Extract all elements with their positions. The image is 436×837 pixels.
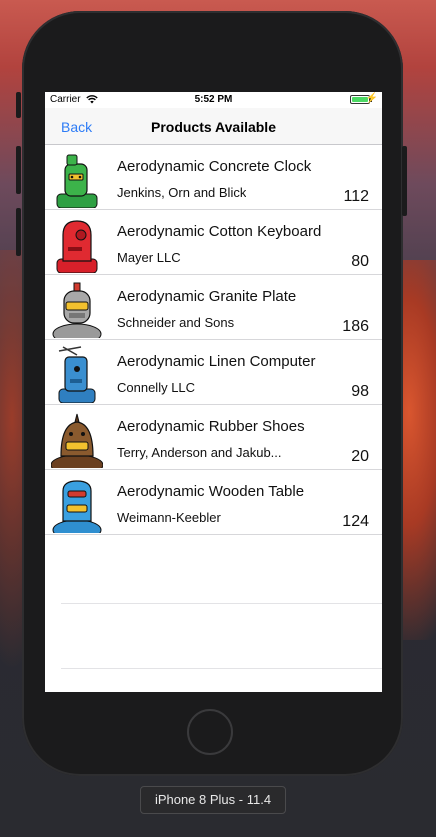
robot-avatar-icon	[51, 413, 103, 468]
page-title: Products Available	[150, 119, 276, 135]
product-row[interactable]: Aerodynamic Wooden Table Weimann-Keebler…	[45, 470, 382, 535]
status-time: 5:52 PM	[194, 94, 233, 105]
product-name: Aerodynamic Cotton Keyboard	[117, 223, 322, 240]
robot-avatar-icon	[52, 282, 102, 338]
mute-switch	[16, 92, 21, 118]
product-name: Aerodynamic Linen Computer	[117, 353, 316, 370]
empty-row-separator	[61, 668, 382, 669]
product-name: Aerodynamic Concrete Clock	[117, 158, 312, 175]
product-quantity: 186	[342, 318, 369, 335]
product-row[interactable]: Aerodynamic Rubber Shoes Terry, Anderson…	[45, 405, 382, 470]
product-maker: Schneider and Sons	[117, 315, 235, 330]
volume-up-button	[16, 146, 21, 194]
product-quantity: 20	[351, 448, 369, 465]
product-maker: Jenkins, Orn and Blick	[117, 185, 247, 200]
product-quantity: 80	[351, 253, 369, 270]
navigation-bar: Back Products Available	[45, 108, 382, 145]
product-quantity: 112	[343, 188, 369, 205]
robot-avatar-icon	[56, 220, 98, 273]
app-screen: Carrier 5:52 PM ⚡ Back Products Availabl…	[45, 92, 382, 692]
product-name: Aerodynamic Rubber Shoes	[117, 418, 305, 435]
product-maker: Connelly LLC	[117, 380, 196, 395]
product-row[interactable]: Aerodynamic Cotton Keyboard Mayer LLC 80	[45, 210, 382, 275]
product-quantity: 98	[351, 383, 369, 400]
product-maker: Weimann-Keebler	[117, 510, 221, 525]
empty-row-separator	[61, 603, 382, 604]
home-button[interactable]	[187, 709, 233, 755]
robot-avatar-icon	[56, 154, 98, 208]
product-row[interactable]: Aerodynamic Concrete Clock Jenkins, Orn …	[45, 145, 382, 210]
product-row[interactable]: Aerodynamic Granite Plate Schneider and …	[45, 275, 382, 340]
product-quantity: 124	[342, 513, 369, 530]
simulator-device-label: iPhone 8 Plus - 11.4	[140, 786, 286, 814]
product-name: Aerodynamic Granite Plate	[117, 288, 297, 305]
volume-down-button	[16, 208, 21, 256]
product-maker: Terry, Anderson and Jakub...	[117, 445, 282, 460]
product-maker: Mayer LLC	[117, 250, 181, 265]
product-name: Aerodynamic Wooden Table	[117, 483, 305, 500]
status-bar: Carrier 5:52 PM ⚡	[45, 92, 382, 108]
charging-bolt-icon: ⚡	[365, 93, 378, 104]
product-row[interactable]: Aerodynamic Linen Computer Connelly LLC …	[45, 340, 382, 405]
power-button	[402, 146, 407, 216]
robot-avatar-icon	[58, 346, 96, 403]
robot-avatar-icon	[52, 480, 102, 533]
product-list: Aerodynamic Concrete Clock Jenkins, Orn …	[45, 145, 382, 535]
